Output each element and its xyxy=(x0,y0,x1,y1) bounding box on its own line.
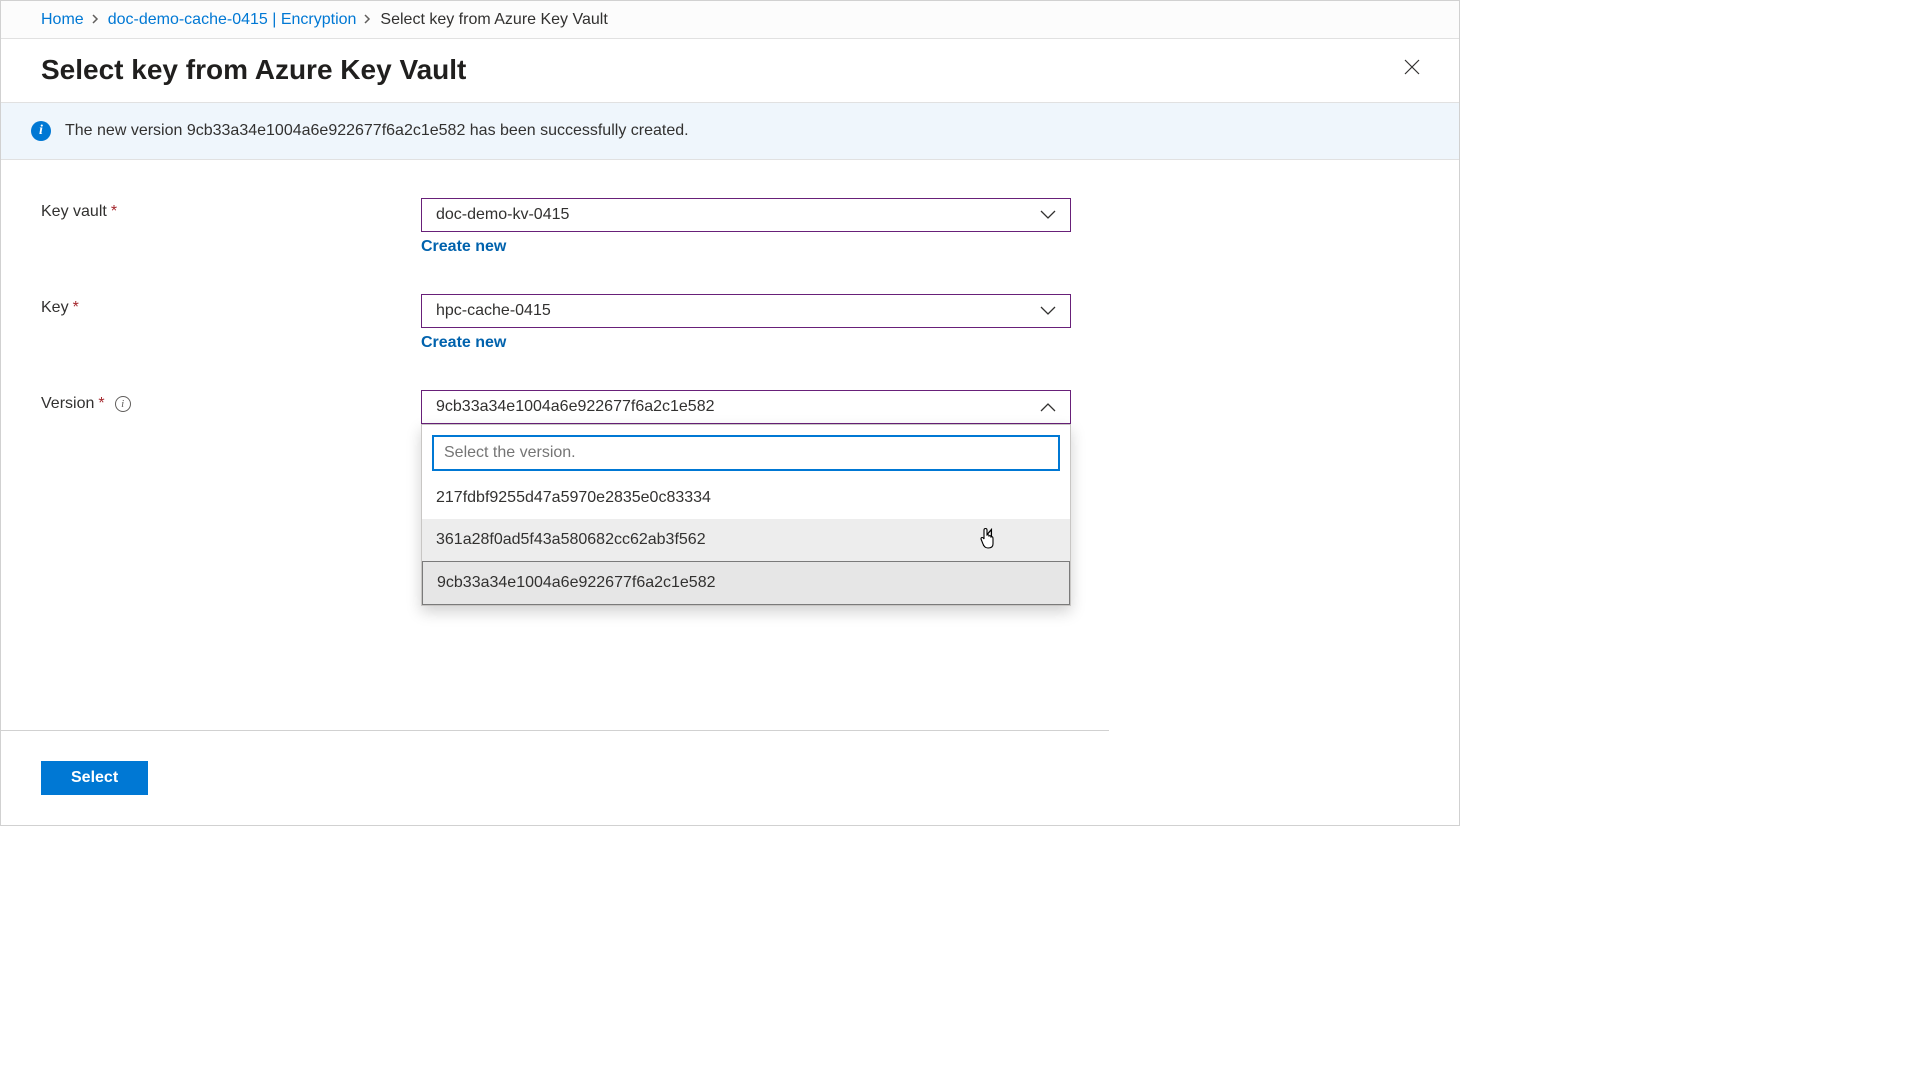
version-select[interactable]: 9cb33a34e1004a6e922677f6a2c1e582 xyxy=(421,390,1071,424)
version-dropdown: 217fdbf9255d47a5970e2835e0c83334 361a28f… xyxy=(421,424,1071,606)
key-vault-select[interactable]: doc-demo-kv-0415 xyxy=(421,198,1071,232)
key-select[interactable]: hpc-cache-0415 xyxy=(421,294,1071,328)
version-option[interactable]: 361a28f0ad5f43a580682cc62ab3f562 xyxy=(422,519,1070,561)
version-label: Version* i xyxy=(41,390,421,413)
key-create-new-link[interactable]: Create new xyxy=(421,334,506,352)
chevron-down-icon xyxy=(1040,306,1056,316)
key-label: Key* xyxy=(41,294,421,317)
breadcrumb-home[interactable]: Home xyxy=(41,11,84,29)
version-option[interactable]: 9cb33a34e1004a6e922677f6a2c1e582 xyxy=(422,561,1070,605)
version-search-input[interactable] xyxy=(432,435,1060,471)
cursor-pointer-icon xyxy=(978,527,1000,556)
info-tooltip-icon[interactable]: i xyxy=(115,396,131,412)
key-vault-label: Key vault* xyxy=(41,198,421,221)
version-option[interactable]: 217fdbf9255d47a5970e2835e0c83334 xyxy=(422,477,1070,519)
select-button[interactable]: Select xyxy=(41,761,148,795)
footer-bar: Select xyxy=(1,730,1109,825)
page-title: Select key from Azure Key Vault xyxy=(41,54,466,86)
close-icon[interactable] xyxy=(1395,54,1429,86)
panel-header: Select key from Azure Key Vault xyxy=(1,39,1459,102)
chevron-up-icon xyxy=(1040,402,1056,412)
key-vault-create-new-link[interactable]: Create new xyxy=(421,238,506,256)
breadcrumb: Home doc-demo-cache-0415 | Encryption Se… xyxy=(1,1,1459,39)
version-row: Version* i 9cb33a34e1004a6e922677f6a2c1e… xyxy=(41,390,1419,424)
chevron-right-icon xyxy=(84,12,108,27)
info-icon: i xyxy=(31,121,51,141)
info-notification: i The new version 9cb33a34e1004a6e922677… xyxy=(1,102,1459,160)
key-vault-row: Key vault* doc-demo-kv-0415 Create new xyxy=(41,198,1419,256)
breadcrumb-resource[interactable]: doc-demo-cache-0415 | Encryption xyxy=(108,11,357,29)
breadcrumb-current: Select key from Azure Key Vault xyxy=(380,11,607,29)
chevron-right-icon xyxy=(356,12,380,27)
info-message: The new version 9cb33a34e1004a6e922677f6… xyxy=(65,122,689,140)
key-row: Key* hpc-cache-0415 Create new xyxy=(41,294,1419,352)
chevron-down-icon xyxy=(1040,210,1056,220)
